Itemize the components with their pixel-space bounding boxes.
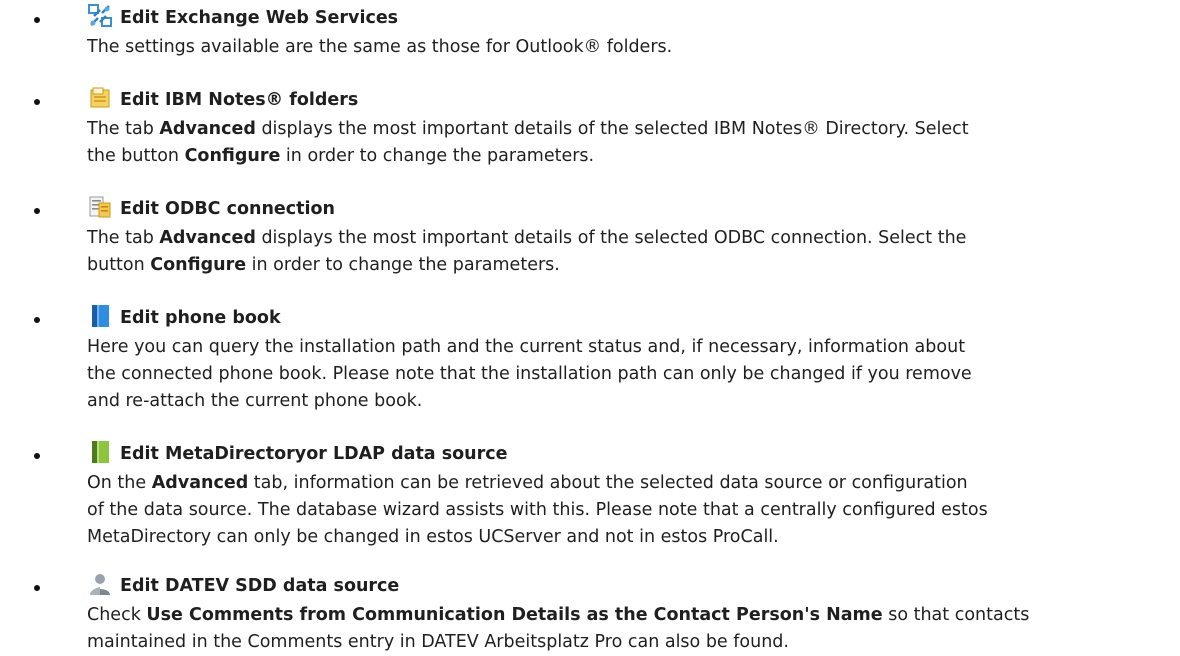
text-run: the button [87, 146, 185, 166]
description-line: The tab Advanced displays the most impor… [87, 116, 1157, 143]
item-title: Edit phone book [120, 308, 281, 328]
bold-term: Advanced [159, 228, 256, 248]
phone-book-icon [88, 304, 112, 330]
text-run: MetaDirectory can only be changed in est… [87, 527, 779, 547]
text-run: The settings available are the same as t… [87, 37, 673, 57]
bullet [34, 585, 40, 591]
description-line: The settings available are the same as t… [87, 34, 1157, 61]
text-run: button [87, 255, 151, 275]
datev-person-icon [88, 572, 112, 598]
text-run: tab, information can be retrieved about … [248, 473, 968, 493]
description-line: On the Advanced tab, information can be … [87, 470, 1157, 497]
description-line: The tab Advanced displays the most impor… [87, 225, 1157, 252]
text-run: of the data source. The database wizard … [87, 500, 988, 520]
item-title: Edit IBM Notes® folders [120, 90, 359, 110]
bullet [34, 453, 40, 459]
text-run: displays the most important details of t… [255, 119, 969, 139]
text-run: The tab [87, 119, 160, 139]
bold-term: Configure [184, 146, 281, 166]
description-line: Here you can query the installation path… [87, 334, 1157, 361]
bold-term: Use Comments from Communication Details … [146, 605, 883, 625]
description-line: of the data source. The database wizard … [87, 497, 1157, 524]
item-description: On the Advanced tab, information can be … [87, 470, 1157, 551]
item-description: Here you can query the installation path… [87, 334, 1157, 415]
text-run: displays the most important details of t… [255, 228, 967, 248]
bullet [34, 99, 40, 105]
bullet [34, 17, 40, 23]
bold-term: Configure [150, 255, 247, 275]
text-run: The tab [87, 228, 160, 248]
odbc-connection-icon [88, 195, 112, 221]
bold-term: Advanced [151, 473, 249, 493]
text-run: maintained in the Comments entry in DATE… [87, 632, 789, 652]
text-run: so that contacts [882, 605, 1030, 625]
text-run: in order to change the parameters. [246, 255, 560, 275]
exchange-web-services-icon [88, 4, 112, 30]
ibm-notes-icon [88, 86, 112, 112]
text-run: Here you can query the installation path… [87, 337, 966, 357]
item-title: Edit MetaDirectoryor LDAP data source [120, 444, 508, 464]
document-page: Edit Exchange Web Services The settings … [0, 0, 1180, 652]
description-line: the connected phone book. Please note th… [87, 361, 1157, 388]
metadirectory-ldap-icon [88, 440, 112, 466]
item-title: Edit Exchange Web Services [120, 8, 399, 28]
text-run: the connected phone book. Please note th… [87, 364, 972, 384]
text-run: and re-attach the current phone book. [87, 391, 423, 411]
item-description: The settings available are the same as t… [87, 34, 1157, 61]
item-title: Edit DATEV SDD data source [120, 576, 400, 596]
item-title: Edit ODBC connection [120, 199, 336, 219]
item-description: The tab Advanced displays the most impor… [87, 116, 1157, 170]
bullet [34, 317, 40, 323]
text-run: Check [87, 605, 147, 625]
item-description: The tab Advanced displays the most impor… [87, 225, 1157, 279]
description-line: maintained in the Comments entry in DATE… [87, 629, 1157, 656]
description-line: button Configure in order to change the … [87, 252, 1157, 279]
description-line: Check Use Comments from Communication De… [87, 602, 1157, 629]
bullet [34, 208, 40, 214]
text-run: in order to change the parameters. [280, 146, 595, 166]
description-line: the button Configure in order to change … [87, 143, 1157, 170]
description-line: and re-attach the current phone book. [87, 388, 1157, 415]
description-line: MetaDirectory can only be changed in est… [87, 524, 1157, 551]
bold-term: Advanced [159, 119, 256, 139]
text-run: On the [87, 473, 152, 493]
